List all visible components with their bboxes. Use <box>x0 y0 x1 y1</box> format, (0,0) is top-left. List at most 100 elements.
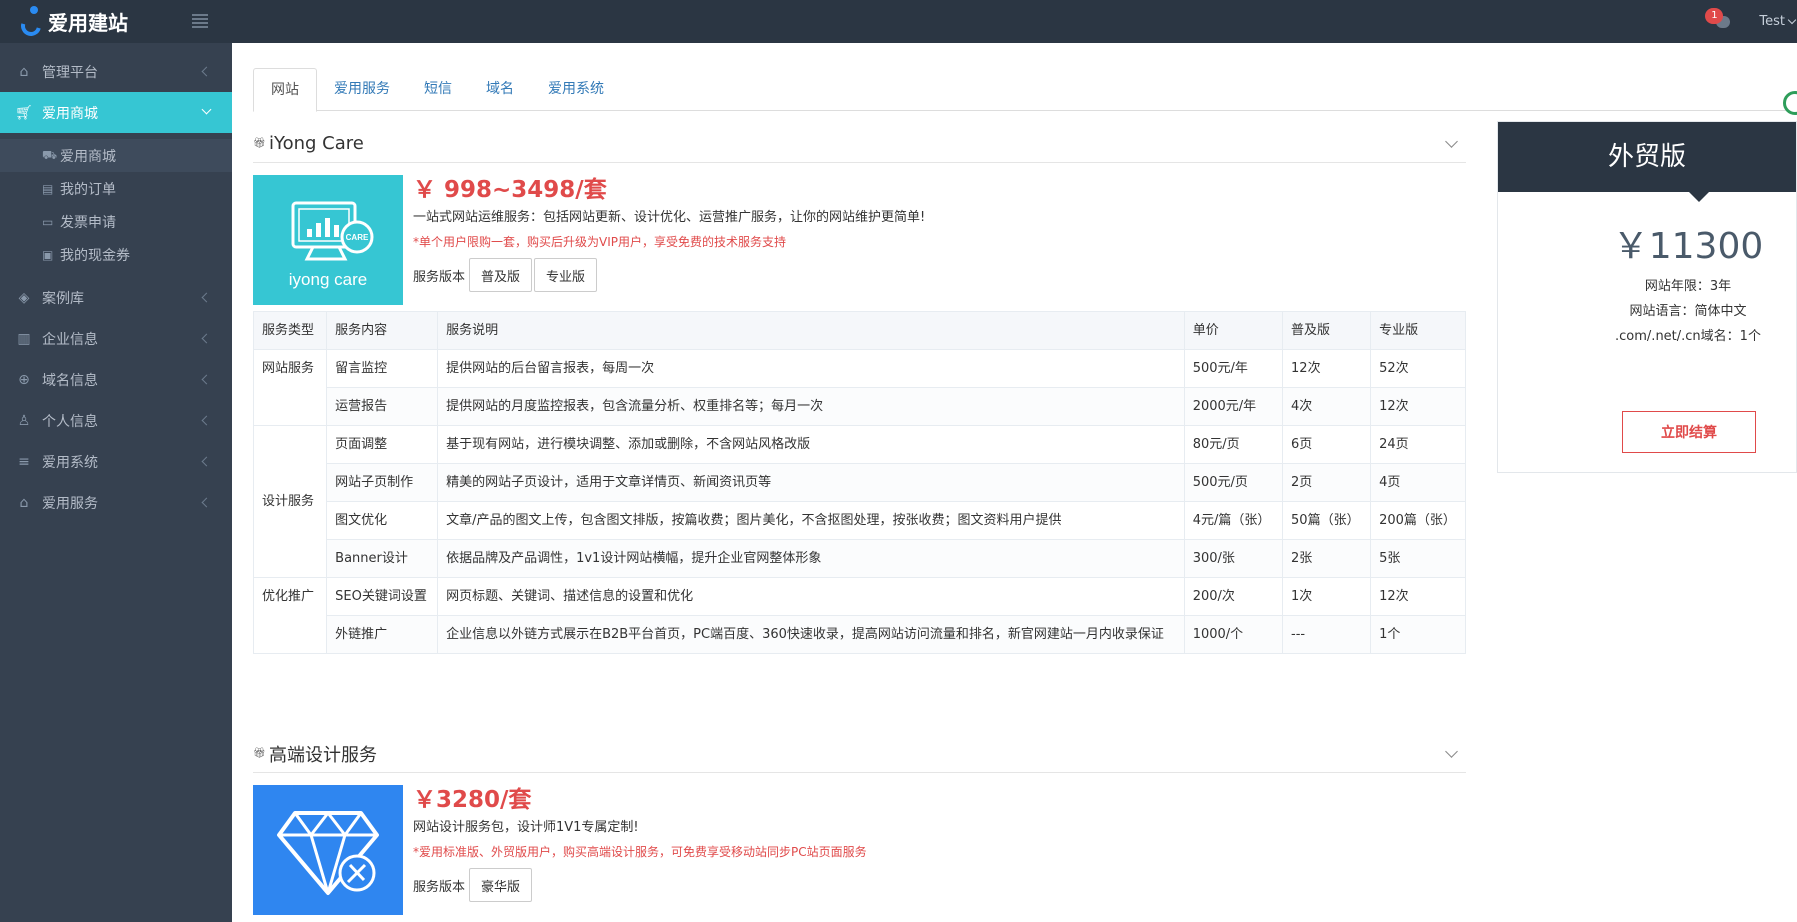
user-menu[interactable]: Test <box>1759 14 1797 29</box>
menu-toggle-icon[interactable] <box>192 14 208 28</box>
table-cell: 4页 <box>1370 463 1466 502</box>
table-cell: 运营报告 <box>326 387 439 426</box>
panel-title: 外贸版 <box>1498 122 1796 202</box>
sidebar-item-system[interactable]: ≡ 爱用系统 <box>0 441 232 482</box>
cart-icon: 🛒︎ <box>15 104 33 121</box>
product-iyong-care: 🎁︎ iYong Care CARE iyong care ￥ 998~3498… <box>253 125 1466 305</box>
sidebar-item-mall[interactable]: 🛒︎ 爱用商城 <box>0 92 232 133</box>
sidebar-subitem-label: 发票申请 <box>60 214 116 231</box>
version-label: 服务版本 <box>413 269 466 285</box>
product-header: 🎁︎ iYong Care <box>253 125 1466 163</box>
service-group: 优化推广 <box>252 577 328 654</box>
sidebar-subitem-label: 我的现金券 <box>60 247 130 264</box>
table-cell: 1000/个 <box>1183 615 1284 654</box>
table-cell: 1次 <box>1282 577 1372 616</box>
table-cell: 5张 <box>1370 539 1466 578</box>
product-header: 🎁︎ 高端设计服务 <box>253 735 1466 773</box>
ticket-icon: ▭ <box>42 214 54 229</box>
product-price: ￥ 998~3498/套 <box>413 177 607 203</box>
chevron-down-icon[interactable] <box>1445 745 1458 758</box>
sidebar-item-services[interactable]: ⌂ 爱用服务 <box>0 482 232 523</box>
chevron-left-icon <box>201 292 212 303</box>
column-header: 专业版 <box>1370 311 1466 350</box>
layers-icon: ◈ <box>18 289 30 306</box>
product-tabs: 网站 爱用服务 短信 域名 爱用系统 <box>253 68 1797 112</box>
sidebar-item-label: 管理平台 <box>42 64 98 81</box>
user-icon: ♙ <box>17 412 31 429</box>
product-note: *爱用标准版、外贸版用户，购买高端设计服务，可免费享受移动站同步PC站页面服务 <box>413 845 867 859</box>
logo[interactable]: 爱用建站 <box>17 4 128 40</box>
table-cell: 300/张 <box>1183 539 1284 578</box>
sidebar-subitem-coupons[interactable]: ▣ 我的现金券 <box>0 238 232 271</box>
chevron-left-icon <box>201 456 212 467</box>
chevron-down-icon[interactable] <box>1445 135 1458 148</box>
sidebar-subitem-orders[interactable]: ▤ 我的订单 <box>0 172 232 205</box>
tab-domain[interactable]: 域名 <box>469 68 531 111</box>
version-basic-button[interactable]: 普及版 <box>469 258 533 292</box>
panel-price: ￥11300 <box>1612 226 1764 267</box>
sidebar-subitem-label: 爱用商城 <box>60 148 116 165</box>
care-badge-text: CARE <box>346 233 369 242</box>
table-cell: 网页标题、关键词、描述信息的设置和优化 <box>437 577 1185 616</box>
sidebar-item-cases[interactable]: ◈ 案例库 <box>0 277 232 318</box>
service-group: 设计服务 <box>252 425 328 578</box>
sidebar-item-label: 爱用系统 <box>42 454 98 471</box>
logo-icon <box>17 5 45 40</box>
product-description: 网站设计服务包，设计师1V1专属定制! <box>413 820 639 835</box>
table-cell: 4次 <box>1282 387 1372 426</box>
sidebar-item-profile[interactable]: ♙ 个人信息 <box>0 400 232 441</box>
product-note: *单个用户限购一套，购买后升级为VIP用户，享受免费的技术服务支持 <box>413 235 786 249</box>
column-header: 服务内容 <box>326 311 439 350</box>
table-cell: 12次 <box>1282 349 1372 388</box>
column-header: 单价 <box>1183 311 1284 350</box>
sidebar-item-label: 企业信息 <box>42 331 98 348</box>
service-group: 网站服务 <box>252 349 328 426</box>
table-cell: --- <box>1282 615 1372 654</box>
checkout-button[interactable]: 立即结算 <box>1622 411 1756 453</box>
table-row: 图文优化 文章/产品的图文上传，包含图文排版，按篇收费；图片美化，不含抠图处理，… <box>254 501 1466 540</box>
sidebar-item-label: 域名信息 <box>42 372 98 389</box>
home-icon: ⌂ <box>19 63 29 80</box>
chevron-down-icon <box>201 104 212 115</box>
list-icon: ≡ <box>18 453 30 470</box>
sidebar-item-label: 爱用服务 <box>42 495 98 512</box>
chevron-down-icon <box>1787 15 1797 24</box>
column-header: 服务类型 <box>252 311 328 350</box>
gift-icon: 🎁︎ <box>253 748 266 759</box>
table-cell: 依据品牌及产品调性，1v1设计网站横幅，提升企业官网整体形象 <box>437 539 1185 578</box>
sidebar-submenu: ⛟ 爱用商城 ▤ 我的订单 ▭ 发票申请 ▣ 我的现金券 <box>0 133 232 277</box>
version-pro-button[interactable]: 专业版 <box>534 258 598 292</box>
chevron-left-icon <box>201 497 212 508</box>
coupon-icon: ▣ <box>42 247 54 262</box>
table-cell: 图文优化 <box>326 501 439 540</box>
bag-icon: ⌂ <box>19 494 29 511</box>
product-title: 高端设计服务 <box>269 744 377 766</box>
sidebar-item-label: 案例库 <box>42 290 84 307</box>
tab-website[interactable]: 网站 <box>253 68 317 112</box>
sidebar-subitem-mall[interactable]: ⛟ 爱用商城 <box>0 139 232 172</box>
version-deluxe-button[interactable]: 豪华版 <box>469 868 533 902</box>
globe-icon: ⊕ <box>18 371 30 388</box>
tab-system[interactable]: 爱用系统 <box>531 68 621 111</box>
table-cell: 50篇（张） <box>1282 501 1372 540</box>
care-image-text: iyong care <box>289 270 367 289</box>
chevron-left-icon <box>201 374 212 385</box>
sidebar: ⌂ 管理平台 🛒︎ 爱用商城 ⛟ 爱用商城 ▤ 我的订单 ▭ 发票申请 ▣ 我的… <box>0 43 232 922</box>
table-row: 外链推广 企业信息以外链方式展示在B2B平台首页，PC端百度、360快速收录，提… <box>254 615 1466 654</box>
sidebar-item-company[interactable]: ▥ 企业信息 <box>0 318 232 359</box>
table-cell: 4元/篇（张） <box>1183 501 1284 540</box>
sidebar-subitem-invoice[interactable]: ▭ 发票申请 <box>0 205 232 238</box>
tab-services[interactable]: 爱用服务 <box>317 68 407 111</box>
chevron-left-icon <box>201 333 212 344</box>
floating-action-icon[interactable] <box>1783 91 1797 115</box>
tab-sms[interactable]: 短信 <box>407 68 469 111</box>
table-cell: 2000元/年 <box>1183 387 1284 426</box>
table-row: 网站服务 留言监控 提供网站的后台留言报表，每周一次 500元/年 12次 52… <box>252 349 1466 426</box>
table-cell: 提供网站的后台留言报表，每周一次 <box>437 349 1185 388</box>
checkout-panel: 外贸版 ￥11300 网站年限：3年 网站语言：简体中文 .com/.net/.… <box>1497 121 1797 473</box>
sidebar-item-dashboard[interactable]: ⌂ 管理平台 <box>0 51 232 92</box>
table-cell: 提供网站的月度监控报表，包含流量分析、权重排名等；每月一次 <box>437 387 1185 426</box>
table-row: 运营报告 提供网站的月度监控报表，包含流量分析、权重排名等；每月一次 2000元… <box>254 387 1466 426</box>
sidebar-item-domain[interactable]: ⊕ 域名信息 <box>0 359 232 400</box>
notification-icon[interactable]: 1 <box>1705 7 1733 34</box>
